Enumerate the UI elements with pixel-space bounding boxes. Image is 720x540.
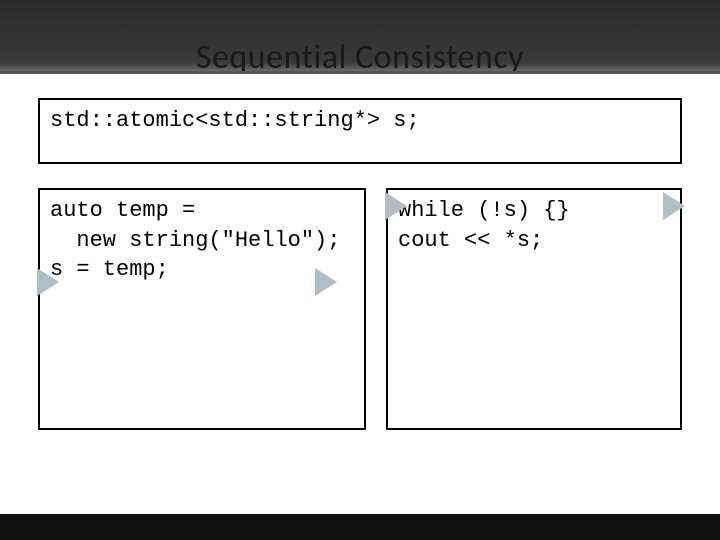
- code-row: auto temp = new string("Hello"); s = tem…: [38, 188, 682, 454]
- slide-header: Sequential Consistency: [0, 0, 720, 74]
- slide-title: Sequential Consistency: [196, 37, 524, 78]
- code-declaration: std::atomic<std::string*> s;: [38, 98, 682, 164]
- triangle-marker-icon: [385, 192, 407, 220]
- code-line: std::atomic<std::string*> s;: [50, 108, 420, 133]
- code-thread-1: auto temp = new string("Hello"); s = tem…: [38, 188, 366, 430]
- code-line: cout << *s;: [398, 226, 670, 256]
- code-thread-2: while (!s) {} cout << *s;: [386, 188, 682, 430]
- triangle-marker-icon: [663, 192, 685, 220]
- code-line: auto temp =: [50, 196, 354, 226]
- triangle-marker-icon: [315, 268, 337, 296]
- slide-footer: [0, 514, 720, 540]
- slide-content: std::atomic<std::string*> s; auto temp =…: [0, 74, 720, 454]
- code-line: new string("Hello");: [50, 226, 354, 256]
- triangle-marker-icon: [37, 268, 59, 296]
- code-line: s = temp;: [50, 255, 354, 285]
- code-line: while (!s) {}: [398, 196, 670, 226]
